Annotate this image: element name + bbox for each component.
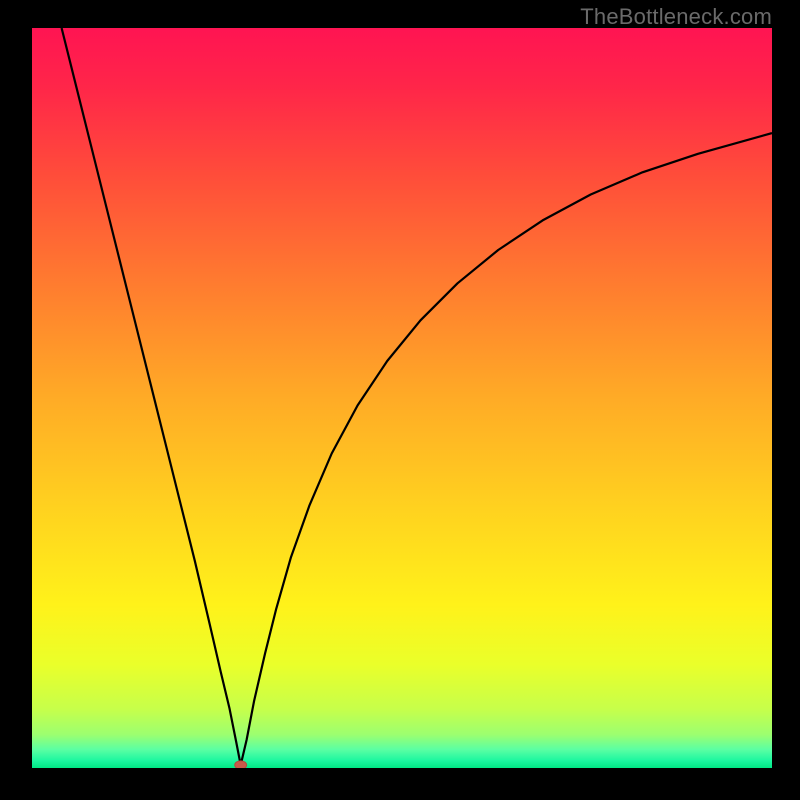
plot-area: [32, 28, 772, 768]
chart-svg: [32, 28, 772, 768]
chart-frame: TheBottleneck.com: [0, 0, 800, 800]
minimum-marker: [235, 761, 247, 768]
watermark-text: TheBottleneck.com: [580, 4, 772, 30]
heat-background: [32, 28, 772, 768]
